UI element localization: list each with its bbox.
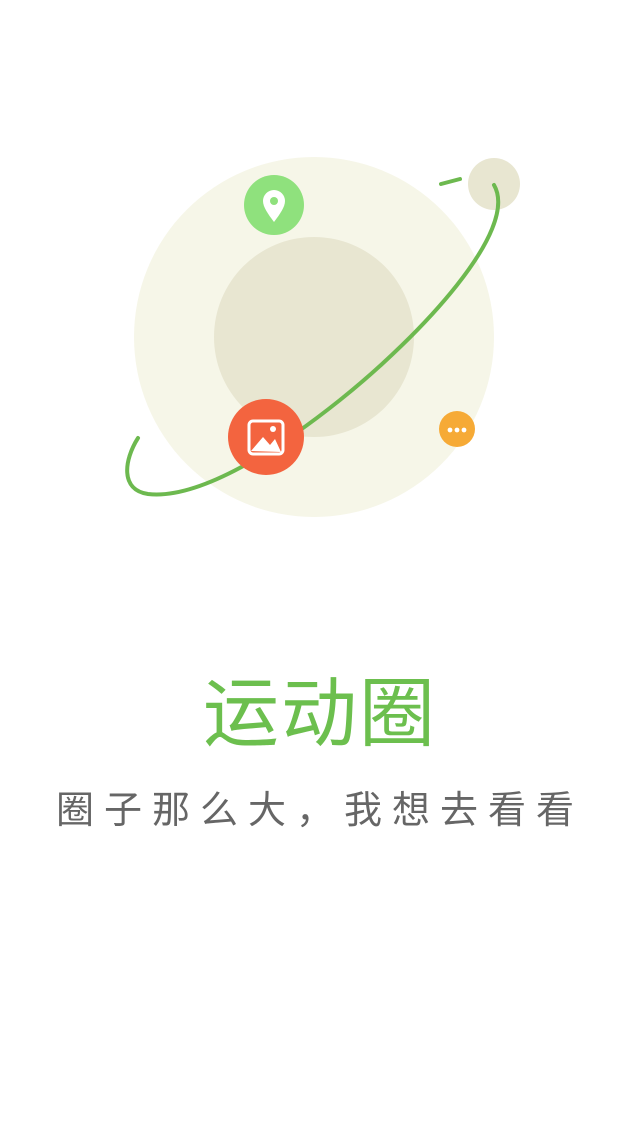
image-icon bbox=[228, 399, 304, 475]
more-dots-icon bbox=[439, 411, 475, 447]
app-subtitle: 圈子那么大，我想去看看 bbox=[55, 788, 584, 832]
splash-illustration bbox=[0, 0, 640, 560]
app-title: 运动圈 bbox=[203, 669, 437, 758]
planet-orbit-illustration bbox=[125, 157, 520, 517]
location-pin-icon bbox=[244, 175, 304, 235]
orbit-dash bbox=[439, 177, 462, 186]
